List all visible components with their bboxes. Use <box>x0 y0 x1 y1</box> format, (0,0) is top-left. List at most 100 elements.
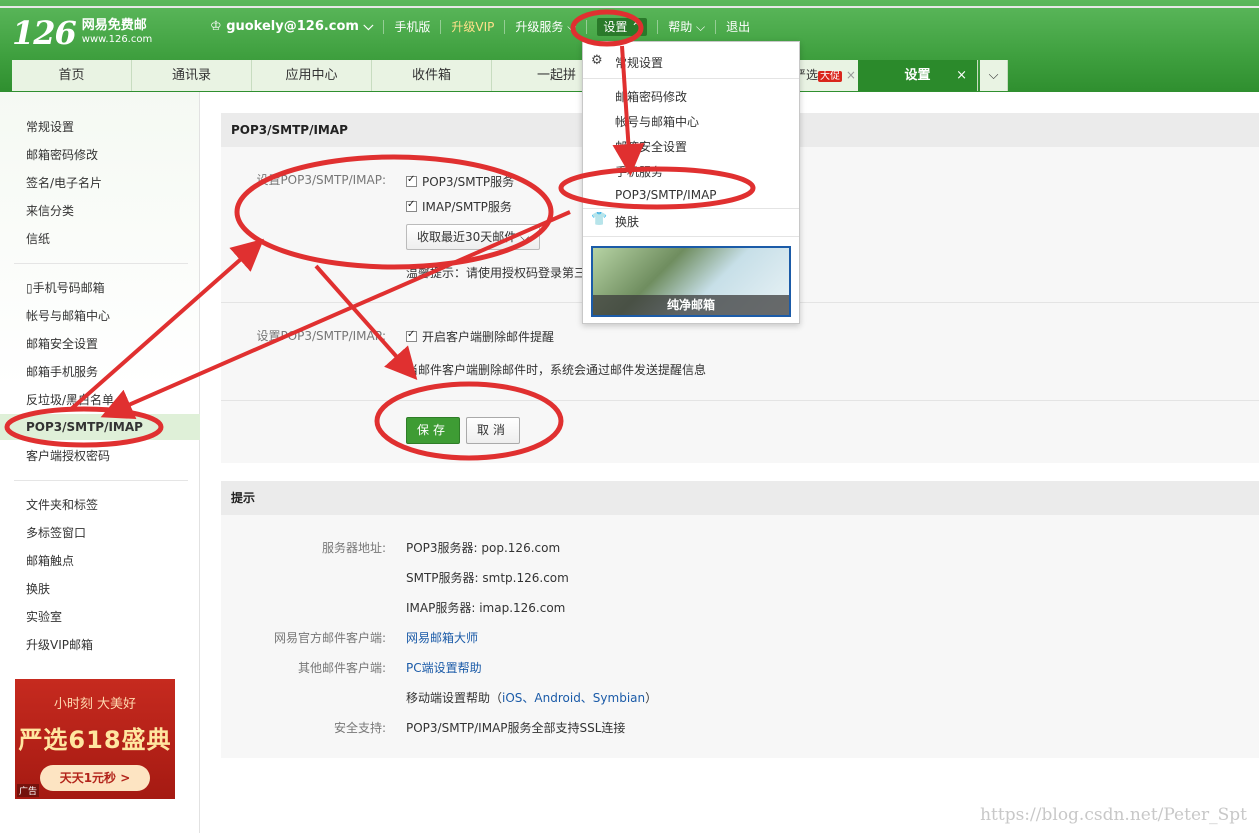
sidebar-item-pop3[interactable]: POP3/SMTP/IMAP <box>0 414 200 440</box>
sidebar-item-phone-mailbox[interactable]: ▯手机号码邮箱 <box>26 281 105 295</box>
sidebar-item-mobile-service[interactable]: 邮箱手机服务 <box>26 365 98 379</box>
logo[interactable]: 126 网易免费邮 www.126.com <box>12 14 152 52</box>
save-button[interactable]: 保存 <box>406 417 460 444</box>
chevron-up-icon: ⌃ <box>627 20 642 34</box>
ad-slogan: 小时刻 大美好 <box>53 697 137 712</box>
pc-setup-help-link[interactable]: PC端设置帮助 <box>406 659 482 676</box>
chevron-down-icon: ⌵ <box>692 20 706 34</box>
delete-notice-desc: 当邮件客户端删除邮件时，系统会通过邮件发送提醒信息 <box>406 363 707 377</box>
nav-upgrade-vip[interactable]: 升级VIP <box>441 20 506 34</box>
imap-smtp-checkbox[interactable] <box>406 199 417 212</box>
sidebar-item-account-center[interactable]: 帐号与邮箱中心 <box>26 309 110 323</box>
divider <box>221 400 1259 401</box>
pop3-smtp-label: POP3/SMTP服务 <box>422 175 515 189</box>
sidebar-item-client-auth[interactable]: 客户端授权密码 <box>26 449 110 463</box>
menu-item-security[interactable]: 邮箱安全设置 <box>615 138 687 155</box>
user-email: guokely@126.com <box>226 19 359 34</box>
pop3-server: POP3服务器: pop.126.com <box>406 541 561 555</box>
tab-settings[interactable]: 设置 × <box>858 60 978 91</box>
imap-server: IMAP服务器: imap.126.com <box>406 601 566 615</box>
tab-contacts[interactable]: 通讯录 <box>132 60 252 91</box>
smtp-server: SMTP服务器: smtp.126.com <box>406 571 569 585</box>
promo-badge: 大促 <box>818 71 843 82</box>
sidebar-item-folders[interactable]: 文件夹和标签 <box>26 498 98 512</box>
delete-notice-text: 开启客户端删除邮件提醒 <box>422 330 555 344</box>
close-icon[interactable]: × <box>956 60 967 91</box>
nav-mobile[interactable]: 手机版 <box>384 20 442 34</box>
pop3-smtp-checkbox[interactable] <box>406 174 417 187</box>
other-client-label: 其他邮件客户端: <box>297 661 386 675</box>
sidebar-item-filters[interactable]: 来信分类 <box>26 204 74 218</box>
tabs-more-button[interactable]: ⌵ <box>980 60 1008 91</box>
divider <box>583 78 799 79</box>
nav-upgrade-service[interactable]: 升级服务 ⌵ <box>505 20 588 34</box>
gear-icon: ⚙ <box>591 53 603 68</box>
nav-help[interactable]: 帮助 ⌵ <box>658 20 717 34</box>
nav-settings[interactable]: 设置 ⌃ <box>587 18 659 36</box>
tab-app-center[interactable]: 应用中心 <box>252 60 372 91</box>
delete-notice-checkbox[interactable] <box>406 329 417 342</box>
mobile-help-links[interactable]: iOS、Android、Symbian <box>502 691 645 705</box>
ad-cta-button[interactable]: 天天1元秒 > <box>40 765 150 791</box>
nav-settings-label: 设置 ⌃ <box>597 18 648 36</box>
sidebar-item-general[interactable]: 常规设置 <box>26 120 74 134</box>
delete-notice-label: 设置POP3/SMTP/IMAP: <box>256 329 386 343</box>
ad-title: 严选618盛典 <box>18 726 172 754</box>
header-top-strip <box>0 6 1259 8</box>
skin-preview-thumbnail[interactable]: 纯净邮箱 <box>591 246 791 317</box>
cancel-button[interactable]: 取消 <box>466 417 520 444</box>
sidebar-item-password[interactable]: 邮箱密码修改 <box>26 148 98 162</box>
sidebar-item-touchpoint[interactable]: 邮箱触点 <box>26 554 74 568</box>
menu-item-password[interactable]: 邮箱密码修改 <box>615 88 687 105</box>
mobile-help-prefix: 移动端设置帮助（ <box>406 691 503 705</box>
tab-home[interactable]: 首页 <box>12 60 132 91</box>
imap-smtp-option[interactable]: IMAP/SMTP服务 <box>406 198 512 215</box>
tshirt-icon: 👕 <box>591 212 608 227</box>
divider <box>583 208 799 209</box>
delete-notice-option[interactable]: 开启客户端删除邮件提醒 <box>406 328 554 345</box>
logo-url: www.126.com <box>81 34 153 45</box>
settings-dropdown-menu: ⚙ 常规设置 邮箱密码修改 帐号与邮箱中心 邮箱安全设置 手机服务 POP3/S… <box>582 41 800 324</box>
sidebar-item-signature[interactable]: 签名/电子名片 <box>26 176 102 190</box>
nav-help-label: 帮助 <box>668 20 693 34</box>
sidebar-item-phone-mailbox-label: 手机号码邮箱 <box>32 281 105 295</box>
sidebar-item-upgrade-vip[interactable]: 升级VIP邮箱 <box>26 638 93 652</box>
sidebar-item-lab[interactable]: 实验室 <box>26 610 62 624</box>
auth-code-tip: 温馨提示：请使用授权码登录第三 <box>406 266 587 280</box>
tab-settings-label: 设置 <box>904 68 931 83</box>
logo-text: 网易免费邮 www.126.com <box>82 19 152 47</box>
close-icon[interactable]: × <box>842 68 856 82</box>
tab-bar: 首页 通讯录 应用中心 收件箱 一起拼 <box>12 60 622 91</box>
official-client-link[interactable]: 网易邮箱大师 <box>406 629 478 646</box>
skin-caption: 纯净邮箱 <box>593 295 789 315</box>
menu-item-pop3[interactable]: POP3/SMTP/IMAP <box>615 188 717 202</box>
logo-number: 126 <box>12 14 77 52</box>
tab-inbox[interactable]: 收件箱 <box>372 60 492 91</box>
chevron-down-icon: ⌵ <box>988 68 999 83</box>
server-address-label: 服务器地址: <box>321 541 386 555</box>
user-account-menu[interactable]: ♔ guokely@126.com ⌵ <box>200 19 385 34</box>
sidebar-item-skin[interactable]: 换肤 <box>26 582 50 596</box>
menu-item-general[interactable]: 常规设置 <box>615 54 663 71</box>
nav-logout[interactable]: 退出 <box>716 20 760 34</box>
tab-yanxuan[interactable]: 严选 大促 × <box>790 60 858 91</box>
ssl-support-value: POP3/SMTP/IMAP服务全部支持SSL连接 <box>406 721 626 735</box>
sidebar-item-multitab[interactable]: 多标签窗口 <box>26 526 86 540</box>
ad-banner[interactable]: 小时刻 大美好 严选618盛典 天天1元秒 > 广告 <box>15 679 175 799</box>
menu-item-account-center[interactable]: 帐号与邮箱中心 <box>615 113 699 130</box>
menu-item-mobile-service[interactable]: 手机服务 <box>615 163 663 180</box>
menu-item-skin[interactable]: 换肤 <box>615 213 639 230</box>
crown-icon: ♔ <box>210 19 227 34</box>
sidebar-item-security[interactable]: 邮箱安全设置 <box>26 337 98 351</box>
chevron-down-icon: ⌵ <box>516 230 530 244</box>
sidebar-item-antispam[interactable]: 反垃圾/黑白名单 <box>26 393 114 407</box>
fetch-range-select[interactable]: 收取最近30天邮件 ⌵ <box>406 224 540 250</box>
logo-title: 网易免费邮 <box>81 18 147 33</box>
ad-tag: 广告 <box>17 784 40 797</box>
sidebar-item-stationery[interactable]: 信纸 <box>26 232 50 246</box>
pop3-settings-label: 设置POP3/SMTP/IMAP: <box>256 173 386 187</box>
chevron-down-icon: ⌵ <box>563 20 577 34</box>
divider <box>14 480 188 481</box>
nav-settings-text: 设置 <box>603 20 628 34</box>
pop3-smtp-option[interactable]: POP3/SMTP服务 <box>406 173 514 190</box>
